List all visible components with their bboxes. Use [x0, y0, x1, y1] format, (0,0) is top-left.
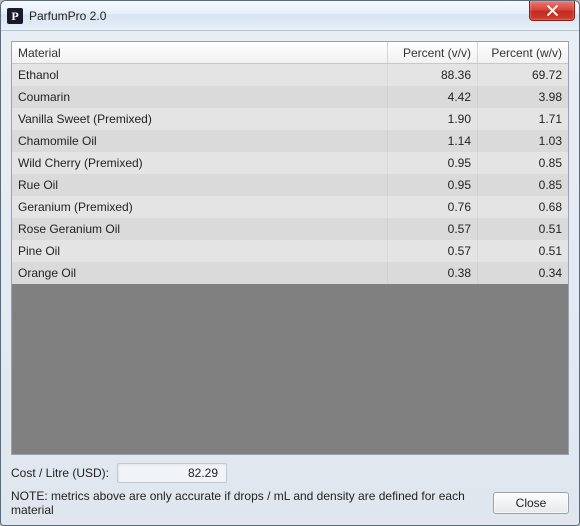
- cell-material: Pine Oil: [12, 240, 388, 262]
- cell-percent-wv: 0.51: [478, 240, 568, 262]
- close-button-label: Close: [516, 496, 547, 510]
- cell-percent-wv: 69.72: [478, 64, 568, 86]
- note-text: NOTE: metrics above are only accurate if…: [11, 489, 493, 517]
- cell-percent-vv: 1.90: [388, 108, 478, 130]
- cell-material: Chamomile Oil: [12, 130, 388, 152]
- table-body: Ethanol88.3669.72Coumarin4.423.98Vanilla…: [12, 64, 568, 284]
- table-row[interactable]: Coumarin4.423.98: [12, 86, 568, 108]
- cost-label: Cost / Litre (USD):: [11, 466, 109, 480]
- close-button[interactable]: Close: [493, 492, 569, 514]
- cell-percent-vv: 1.14: [388, 130, 478, 152]
- table-row[interactable]: Chamomile Oil1.141.03: [12, 130, 568, 152]
- col-header-percent-wv[interactable]: Percent (w/v): [478, 42, 568, 63]
- cell-percent-wv: 0.85: [478, 174, 568, 196]
- cell-percent-vv: 0.95: [388, 152, 478, 174]
- table-row[interactable]: Rue Oil0.950.85: [12, 174, 568, 196]
- app-icon: P: [7, 8, 23, 24]
- table-row[interactable]: Ethanol88.3669.72: [12, 64, 568, 86]
- cell-percent-wv: 1.03: [478, 130, 568, 152]
- window-title: ParfumPro 2.0: [29, 9, 106, 23]
- close-icon: [547, 5, 558, 16]
- cell-percent-wv: 0.85: [478, 152, 568, 174]
- cell-percent-vv: 4.42: [388, 86, 478, 108]
- cell-material: Coumarin: [12, 86, 388, 108]
- cell-material: Vanilla Sweet (Premixed): [12, 108, 388, 130]
- cell-percent-wv: 0.34: [478, 262, 568, 284]
- table-row[interactable]: Vanilla Sweet (Premixed)1.901.71: [12, 108, 568, 130]
- note-row: NOTE: metrics above are only accurate if…: [11, 489, 569, 517]
- table-row[interactable]: Wild Cherry (Premixed)0.950.85: [12, 152, 568, 174]
- table-row[interactable]: Pine Oil0.570.51: [12, 240, 568, 262]
- cell-percent-vv: 0.76: [388, 196, 478, 218]
- cell-material: Ethanol: [12, 64, 388, 86]
- cell-material: Rose Geranium Oil: [12, 218, 388, 240]
- table-row[interactable]: Geranium (Premixed)0.760.68: [12, 196, 568, 218]
- titlebar[interactable]: P ParfumPro 2.0: [1, 1, 579, 31]
- cell-percent-wv: 1.71: [478, 108, 568, 130]
- cell-percent-vv: 88.36: [388, 64, 478, 86]
- col-header-material[interactable]: Material: [12, 42, 388, 63]
- cell-material: Rue Oil: [12, 174, 388, 196]
- table-row[interactable]: Rose Geranium Oil0.570.51: [12, 218, 568, 240]
- materials-table: Material Percent (v/v) Percent (w/v) Eth…: [11, 41, 569, 455]
- table-row[interactable]: Orange Oil0.380.34: [12, 262, 568, 284]
- cell-material: Orange Oil: [12, 262, 388, 284]
- cell-percent-vv: 0.57: [388, 240, 478, 262]
- cell-material: Geranium (Premixed): [12, 196, 388, 218]
- client-area: Material Percent (v/v) Percent (w/v) Eth…: [1, 31, 579, 525]
- cost-row: Cost / Litre (USD): 82.29: [11, 463, 569, 483]
- app-window: P ParfumPro 2.0 Material Percent (v/v) P…: [0, 0, 580, 526]
- cost-field: 82.29: [117, 463, 227, 483]
- cell-material: Wild Cherry (Premixed): [12, 152, 388, 174]
- cost-value: 82.29: [188, 466, 218, 480]
- table-header: Material Percent (v/v) Percent (w/v): [12, 42, 568, 64]
- cell-percent-vv: 0.38: [388, 262, 478, 284]
- cell-percent-wv: 3.98: [478, 86, 568, 108]
- col-header-percent-vv[interactable]: Percent (v/v): [388, 42, 478, 63]
- cell-percent-wv: 0.68: [478, 196, 568, 218]
- cell-percent-vv: 0.57: [388, 218, 478, 240]
- cell-percent-vv: 0.95: [388, 174, 478, 196]
- window-close-button[interactable]: [529, 1, 575, 21]
- cell-percent-wv: 0.51: [478, 218, 568, 240]
